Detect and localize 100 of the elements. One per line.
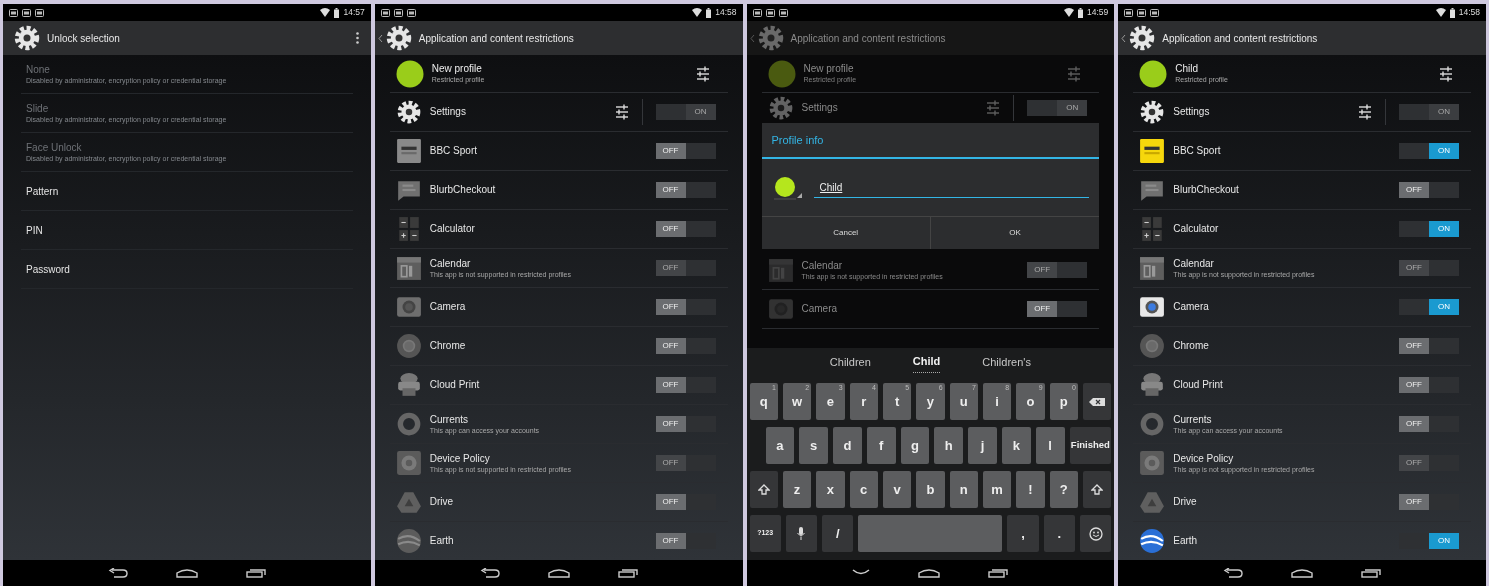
hide-keyboard-icon[interactable] xyxy=(852,569,871,577)
recents-icon[interactable] xyxy=(1361,568,1382,578)
option-label[interactable]: Pattern xyxy=(26,184,353,198)
toggle-switch[interactable]: OFF xyxy=(1399,416,1459,432)
keyboard-key[interactable]: g xyxy=(900,427,930,464)
app-name: Calendar xyxy=(801,259,844,272)
toggle-switch[interactable]: OFF xyxy=(655,533,716,549)
app-name: BlurbCheckout xyxy=(429,184,497,196)
keyboard-key[interactable]: b xyxy=(916,471,945,508)
keyboard-key[interactable]: l xyxy=(1035,427,1065,464)
sliders-icon[interactable] xyxy=(1439,65,1453,82)
shift-key[interactable] xyxy=(749,471,778,508)
round-logo-icon xyxy=(1139,333,1166,359)
gear-icon xyxy=(756,24,785,52)
keyboard-key[interactable]: x xyxy=(816,471,845,508)
toggle-switch[interactable]: OFF xyxy=(655,338,716,354)
sliders-icon[interactable] xyxy=(695,65,710,82)
avatar-icon[interactable] xyxy=(1139,59,1168,88)
app-name: Settings xyxy=(429,106,467,118)
avatar-picker-icon[interactable] xyxy=(773,175,804,200)
suggestion[interactable]: Children xyxy=(829,351,871,373)
app-name: Drive xyxy=(1173,496,1198,508)
suggestion[interactable]: Child xyxy=(912,351,941,373)
toggle-switch[interactable]: OFF xyxy=(1027,301,1088,317)
app-name: BBC Sport xyxy=(1173,145,1222,157)
toggle-switch[interactable]: OFF xyxy=(655,416,716,432)
dialog-button[interactable]: OK xyxy=(929,217,1100,249)
toggle-switch[interactable]: OFF xyxy=(655,221,716,237)
clock-time: 14:58 xyxy=(715,8,737,17)
gear-icon xyxy=(767,95,794,121)
home-icon[interactable] xyxy=(547,568,570,578)
toggle-switch[interactable]: OFF xyxy=(655,377,716,393)
toggle-switch[interactable]: OFF xyxy=(655,182,716,198)
keyboard-key[interactable]: k xyxy=(1001,427,1031,464)
back-icon[interactable] xyxy=(1223,568,1244,578)
keyboard-key[interactable]: n xyxy=(949,471,978,508)
keyboard-key[interactable]: a xyxy=(765,427,795,464)
toggle-switch[interactable]: OFF xyxy=(1399,494,1459,510)
back-icon[interactable] xyxy=(479,568,500,578)
keyboard-key[interactable]: / xyxy=(822,515,854,552)
app-name: BBC Sport xyxy=(429,145,478,157)
toggle-switch[interactable]: OFF xyxy=(1399,182,1459,198)
home-icon[interactable] xyxy=(918,568,941,578)
caret-icon[interactable] xyxy=(1121,33,1127,43)
keyboard-key[interactable]: f xyxy=(866,427,896,464)
shift-key[interactable] xyxy=(1082,471,1112,508)
app-name: Camera xyxy=(1173,301,1210,313)
globe-icon xyxy=(395,528,422,554)
clock-time: 14:58 xyxy=(1458,8,1480,17)
back-icon[interactable] xyxy=(107,568,128,578)
keyboard-key[interactable]: s xyxy=(799,427,829,464)
emoji-key[interactable] xyxy=(1079,515,1112,552)
recents-icon[interactable] xyxy=(617,568,638,578)
battery-icon xyxy=(1077,7,1083,18)
app-name: Camera xyxy=(801,303,839,315)
toggle-switch[interactable]: ON xyxy=(1399,143,1459,159)
toggle-switch[interactable]: OFF xyxy=(655,143,716,159)
keyboard-key[interactable]: d xyxy=(833,427,862,464)
toggle-switch[interactable]: ON xyxy=(1399,221,1459,237)
option-label[interactable]: Password xyxy=(26,262,353,276)
smiley-icon xyxy=(1088,526,1103,541)
app-name: Settings xyxy=(801,102,839,114)
keyboard-key[interactable]: z xyxy=(782,471,812,508)
keyboard-key[interactable]: . xyxy=(1043,515,1075,552)
backspace-icon xyxy=(1089,397,1106,406)
keyboard-key[interactable]: m xyxy=(982,471,1012,508)
gear-icon xyxy=(13,24,41,52)
profile-name: Child xyxy=(1175,63,1200,75)
toggle-switch[interactable]: OFF xyxy=(1399,377,1459,393)
recents-icon[interactable] xyxy=(988,568,1009,578)
keyboard-key[interactable]: v xyxy=(882,471,912,508)
keyboard-key[interactable]: h xyxy=(934,427,964,464)
home-icon[interactable] xyxy=(1291,568,1314,578)
caret-icon[interactable] xyxy=(377,33,383,43)
toggle-switch[interactable]: ON xyxy=(1399,299,1459,315)
profile-name: New profile xyxy=(803,63,855,75)
suggestion[interactable]: Children's xyxy=(982,351,1031,373)
battery-icon xyxy=(706,7,712,18)
toggle-switch[interactable]: ON xyxy=(1399,533,1459,549)
toggle-switch[interactable]: OFF xyxy=(655,299,716,315)
toggle-switch[interactable]: OFF xyxy=(1399,338,1459,354)
option-label[interactable]: PIN xyxy=(26,223,353,237)
sliders-icon[interactable] xyxy=(614,104,629,120)
keyboard-key[interactable]: j xyxy=(968,427,997,464)
backspace-key[interactable] xyxy=(1082,383,1112,420)
recents-icon[interactable] xyxy=(245,568,266,578)
home-icon[interactable] xyxy=(175,568,198,578)
keyboard-key[interactable]: ? xyxy=(1049,471,1078,508)
camera-icon xyxy=(1139,294,1166,320)
overflow-menu-icon[interactable] xyxy=(355,32,359,44)
keyboard-key[interactable]: ! xyxy=(1016,471,1045,508)
battery-icon xyxy=(1449,7,1455,18)
avatar-icon[interactable] xyxy=(395,59,424,88)
mic-key[interactable] xyxy=(785,515,818,552)
sliders-icon[interactable] xyxy=(1358,104,1372,120)
keyboard-key[interactable]: c xyxy=(849,471,878,508)
toggle-switch[interactable]: OFF xyxy=(655,494,716,510)
name-input-field[interactable]: Child xyxy=(813,177,1090,198)
finished-key[interactable]: Finished xyxy=(1069,427,1112,464)
keyboard-key[interactable]: , xyxy=(1007,515,1039,552)
